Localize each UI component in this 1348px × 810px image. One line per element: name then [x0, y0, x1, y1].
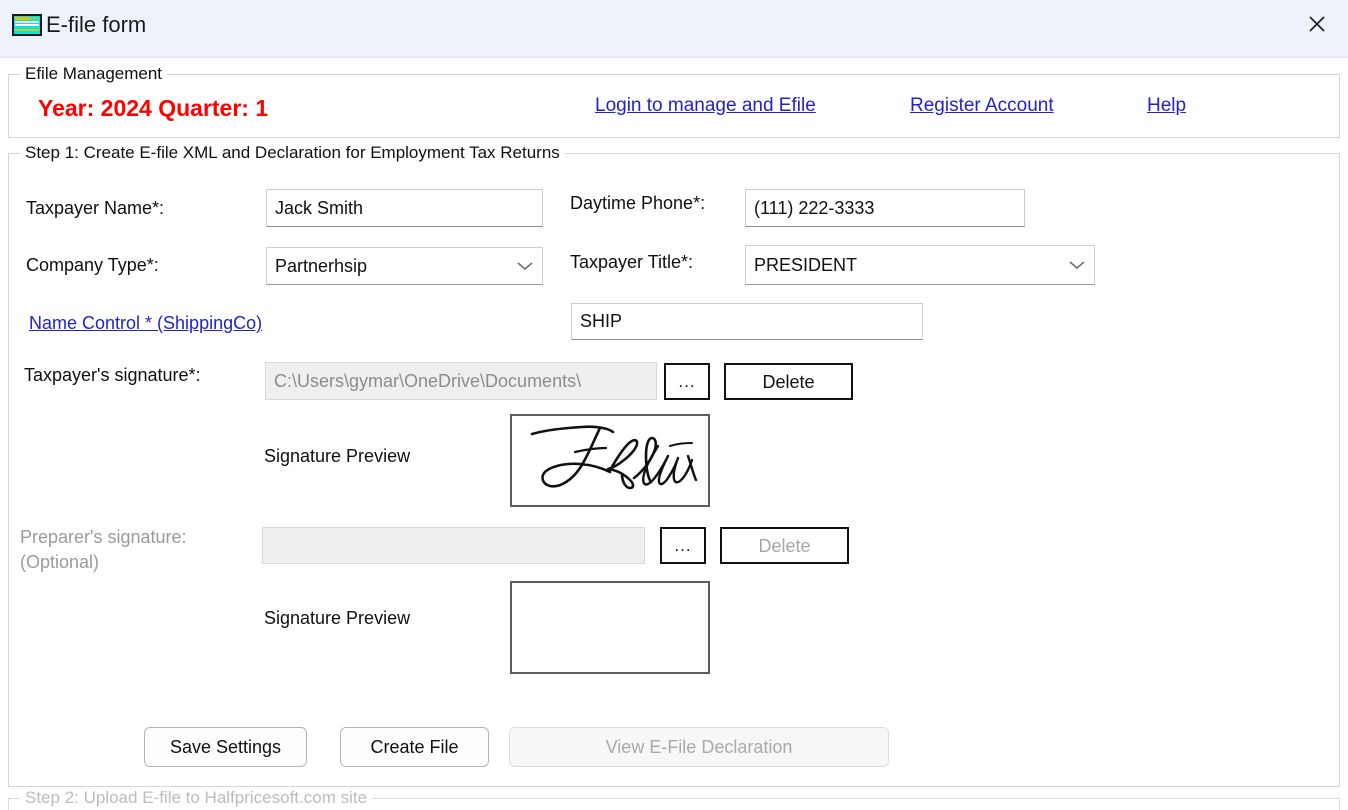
efile-management-legend: Efile Management — [21, 64, 168, 84]
preparer-signature-path-input[interactable] — [262, 527, 645, 564]
taxpayer-name-label: Taxpayer Name*: — [26, 198, 165, 218]
efile-form-icon — [12, 14, 42, 36]
company-type-value: Partnerhsip — [275, 255, 368, 276]
taxpayer-signature-preview — [510, 414, 710, 507]
view-efile-declaration-button: View E-File Declaration — [509, 727, 889, 767]
preparer-signature-label: Preparer's signature: — [20, 527, 187, 547]
daytime-phone-input[interactable] — [745, 189, 1025, 227]
chevron-down-icon — [1068, 255, 1086, 276]
step2-group: Step 2: Upload E-file to Halfpricesoft.c… — [8, 788, 1340, 810]
login-to-manage-and-efile-link[interactable]: Login to manage and Efile — [595, 95, 816, 117]
taxpayer-title-label: Taxpayer Title*: — [570, 252, 694, 272]
name-control-input[interactable] — [571, 303, 923, 340]
titlebar-title-group: E-file form — [12, 14, 146, 36]
close-icon[interactable] — [1286, 0, 1348, 48]
year-quarter-label: Year: 2024 Quarter: 1 — [38, 95, 269, 121]
taxpayer-title-select[interactable]: PRESIDENT — [745, 245, 1095, 285]
create-file-button[interactable]: Create File — [340, 727, 489, 767]
name-control-link[interactable]: Name Control * (ShippingCo) — [29, 313, 262, 334]
chevron-down-icon — [516, 256, 534, 277]
taxpayer-signature-label: Taxpayer's signature*: — [24, 365, 201, 385]
preparer-signature-preview-label: Signature Preview — [264, 608, 411, 628]
taxpayer-signature-path-input[interactable] — [265, 362, 657, 400]
efile-form-window: E-file form Efile Management Year: 2024 … — [0, 0, 1348, 810]
preparer-signature-optional-label: (Optional) — [20, 552, 100, 572]
taxpayer-signature-preview-label: Signature Preview — [264, 446, 411, 466]
window-title: E-file form — [46, 12, 147, 37]
daytime-phone-label: Daytime Phone*: — [570, 193, 706, 213]
step1-legend: Step 1: Create E-file XML and Declaratio… — [21, 143, 565, 163]
company-type-select[interactable]: Partnerhsip — [266, 247, 543, 285]
taxpayer-title-value: PRESIDENT — [754, 254, 858, 275]
taxpayer-signature-delete-button[interactable]: Delete — [724, 363, 853, 400]
save-settings-button[interactable]: Save Settings — [144, 727, 307, 767]
step2-legend: Step 2: Upload E-file to Halfpricesoft.c… — [21, 788, 373, 808]
company-type-label: Company Type*: — [26, 255, 159, 275]
taxpayer-signature-browse-button[interactable]: ... — [664, 363, 710, 400]
help-link[interactable]: Help — [1147, 95, 1186, 117]
window-titlebar: E-file form — [0, 0, 1348, 58]
preparer-signature-browse-button[interactable]: ... — [660, 527, 706, 564]
register-account-link[interactable]: Register Account — [910, 95, 1054, 117]
taxpayer-name-input[interactable] — [266, 189, 543, 227]
preparer-signature-delete-button: Delete — [720, 527, 849, 564]
preparer-signature-preview — [510, 581, 710, 674]
